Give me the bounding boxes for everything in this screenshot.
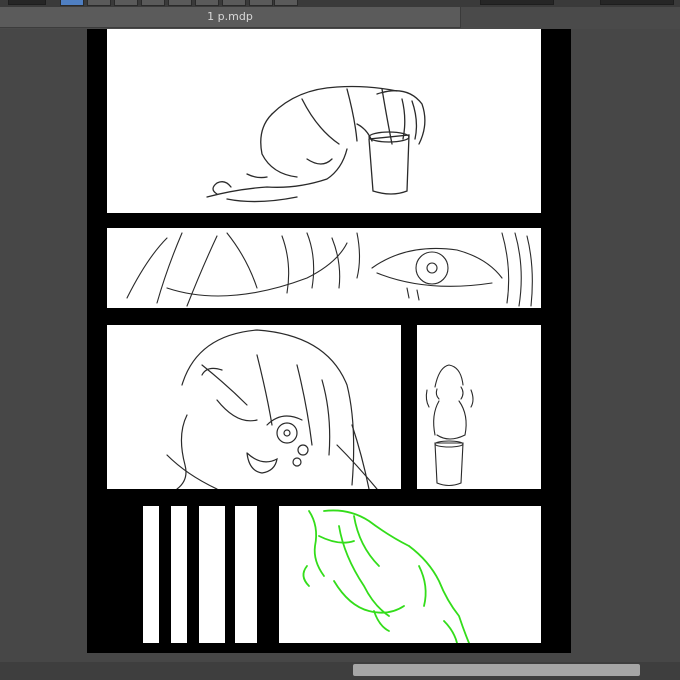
canvas-area[interactable] [0,29,680,662]
tool-icon[interactable] [274,0,298,6]
tool-icon[interactable] [168,0,192,6]
panel-crouching-figure-bucket[interactable] [107,29,541,213]
sketch-girl-holding-head [166,329,378,489]
panel-small-figure-bucket[interactable] [417,325,541,489]
scrollbar-thumb[interactable] [353,664,640,676]
tool-option-field[interactable] [8,0,46,5]
manga-page[interactable] [87,29,571,653]
sketch-small-figure-bucket [425,364,474,487]
tab-bar: 1 p.mdp [0,7,680,29]
panel-green-draft-figure[interactable] [279,506,541,643]
document-tab[interactable]: 1 p.mdp [0,7,461,28]
panel-vertical-bars[interactable] [107,506,273,643]
tool-icon-selected[interactable] [60,0,84,6]
tool-icon[interactable] [195,0,219,6]
tool-icon[interactable] [249,0,273,6]
panel-eye-closeup[interactable] [107,228,541,308]
horizontal-scrollbar[interactable] [0,662,680,680]
vertical-bar-pattern [107,506,273,643]
sketch-green-draft [302,509,470,643]
toolbar [0,0,680,7]
tool-icon[interactable] [87,0,111,6]
tool-icon[interactable] [222,0,246,6]
tool-option-field[interactable] [600,0,674,5]
sketch-crouching-figure [206,85,426,203]
tool-icon[interactable] [141,0,165,6]
tool-icon[interactable] [114,0,138,6]
sketch-eye-closeup [126,232,533,307]
tool-option-field[interactable] [480,0,554,5]
panel-girl-holding-head[interactable] [107,325,401,489]
